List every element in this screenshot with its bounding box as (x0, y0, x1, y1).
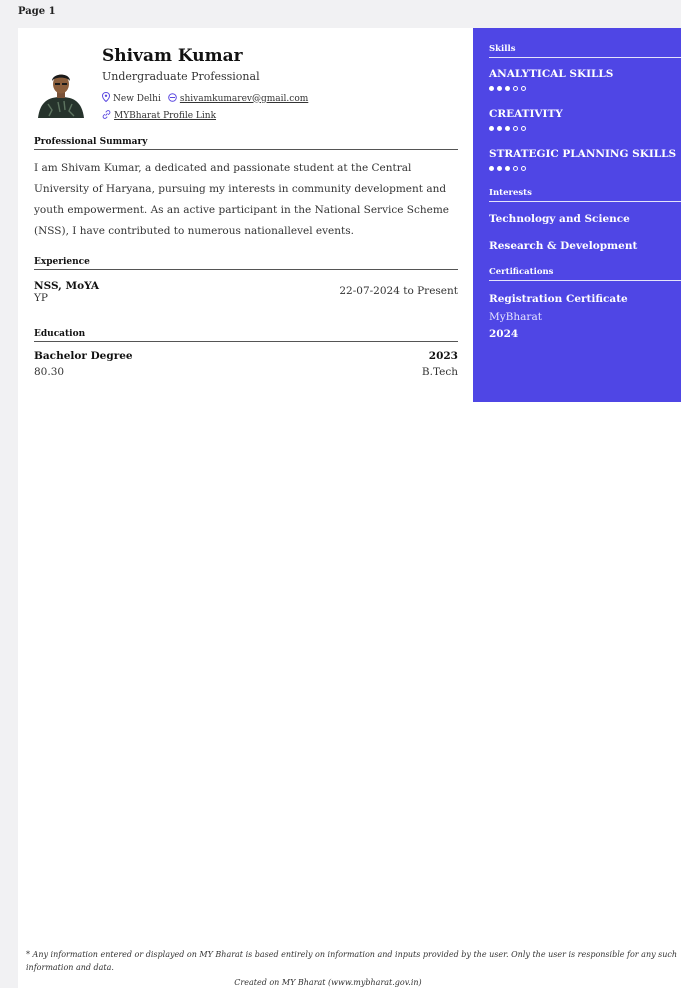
rating-dot-empty (521, 126, 526, 131)
experience-org: NSS, MoYA (34, 280, 100, 292)
education-row: Bachelor Degree 2023 (34, 350, 458, 362)
footer-created: Created on MY Bharat (www.mybharat.gov.i… (234, 978, 422, 987)
experience-row-2: YP 22-07-2024 to Present (34, 285, 458, 304)
rating-dot-filled (505, 166, 510, 171)
education-year: 2023 (428, 350, 458, 362)
rating-dot-filled (489, 166, 494, 171)
skill-name: CREATIVITY (489, 108, 563, 120)
summary-section: Professional Summary I am Shivam Kumar, … (34, 137, 458, 242)
profile-link-row: MYBharat Profile Link (102, 110, 216, 122)
rating-dot-filled (489, 126, 494, 131)
footer-disclaimer: * Any information entered or displayed o… (26, 950, 678, 972)
education-course: B.Tech (421, 366, 458, 378)
education-degree: Bachelor Degree (34, 350, 133, 362)
rating-dot-filled (497, 166, 502, 171)
candidate-title: Undergraduate Professional (102, 70, 260, 83)
summary-heading: Professional Summary (34, 137, 458, 150)
rating-dot-empty (521, 166, 526, 171)
interest-item: Research & Development (489, 240, 638, 252)
interests-heading: Interests (489, 188, 681, 202)
rating-dot-empty (513, 166, 518, 171)
profile-link[interactable]: MYBharat Profile Link (114, 111, 216, 121)
rating-dot-filled (505, 86, 510, 91)
skills-heading: Skills (489, 44, 681, 58)
skill-rating (489, 166, 526, 171)
education-score: 80.30 (34, 366, 65, 378)
rating-dot-empty (521, 86, 526, 91)
candidate-name: Shivam Kumar (102, 46, 243, 66)
rating-dot-filled (505, 126, 510, 131)
rating-dot-filled (497, 126, 502, 131)
cert-year: 2024 (489, 328, 519, 340)
profile-photo (34, 64, 88, 118)
rating-dot-empty (513, 86, 518, 91)
skill-rating (489, 86, 526, 91)
experience-role: YP (34, 292, 48, 304)
resume-sheet: Shivam Kumar Undergraduate Professional … (18, 28, 681, 988)
education-heading: Education (34, 329, 458, 342)
experience-dates: 22-07-2024 to Present (339, 285, 458, 297)
experience-section: Experience NSS, MoYA YP 22-07-2024 to Pr… (34, 257, 458, 304)
skill-name: ANALYTICAL SKILLS (489, 68, 614, 80)
rating-dot-filled (497, 86, 502, 91)
interest-item: Technology and Science (489, 213, 630, 225)
rating-dot-filled (489, 86, 494, 91)
page-label: Page 1 (18, 6, 56, 17)
certifications-heading: Certifications (489, 267, 681, 281)
skill-rating (489, 126, 526, 131)
link-icon (102, 110, 111, 122)
experience-heading: Experience (34, 257, 458, 270)
contact-row: New Delhi shivamkumarev@gmail.com (101, 91, 308, 105)
cert-name: Registration Certificate (489, 293, 628, 305)
skill-name: STRATEGIC PLANNING SKILLS (489, 148, 677, 160)
location-pin-icon (101, 91, 111, 105)
sidebar: Skills ANALYTICAL SKILLS CREATIVITY STRA… (473, 28, 681, 402)
summary-text: I am Shivam Kumar, a dedicated and passi… (34, 162, 450, 237)
education-row-2: 80.30 B.Tech (34, 366, 458, 378)
education-section: Education Bachelor Degree 2023 80.30 B.T… (34, 329, 458, 378)
location-text: New Delhi (113, 93, 161, 104)
rating-dot-empty (513, 126, 518, 131)
email-link[interactable]: shivamkumarev@gmail.com (180, 94, 308, 104)
cert-issuer: MyBharat (489, 311, 542, 323)
email-icon (168, 92, 177, 105)
